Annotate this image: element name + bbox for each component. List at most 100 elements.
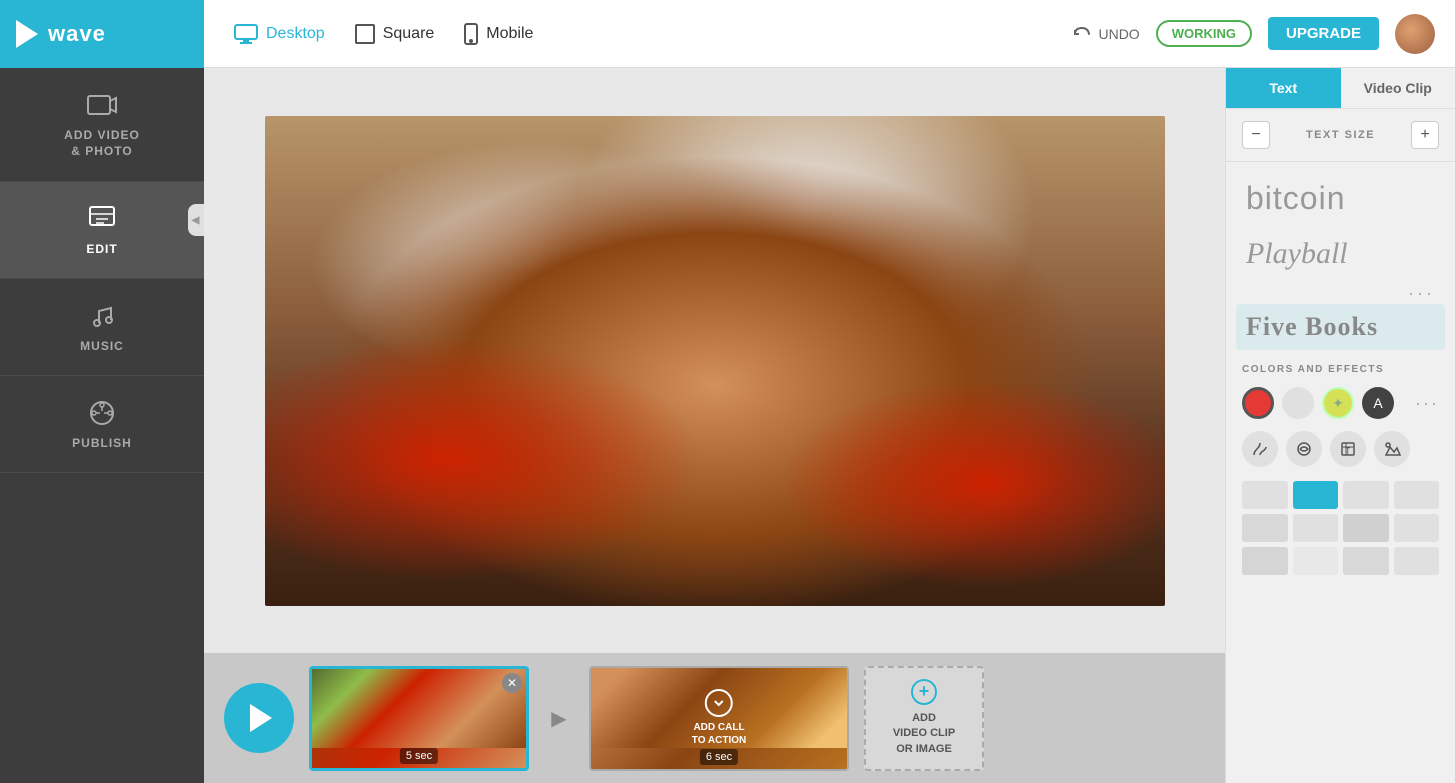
logo: wave <box>0 0 204 68</box>
sidebar-item-publish-label: PUBLISH <box>72 436 132 450</box>
clip1-close-button[interactable]: ✕ <box>502 673 522 693</box>
swatch-2[interactable] <box>1293 481 1339 509</box>
sidebar-item-edit[interactable]: EDIT ◀ <box>0 182 204 279</box>
color-light-gray[interactable] <box>1282 387 1314 419</box>
text-size-increase-button[interactable]: + <box>1411 121 1439 149</box>
cta-icon <box>705 689 733 717</box>
sidebar-item-publish[interactable]: PUBLISH <box>0 376 204 473</box>
font-option-playball[interactable]: Playball <box>1236 229 1445 279</box>
add-clip-button[interactable]: + ADDVIDEO CLIPOR IMAGE <box>864 666 984 771</box>
text-size-controls: − TEXT SIZE + <box>1242 121 1439 149</box>
sidebar-item-music-label: MUSIC <box>80 339 124 353</box>
add-clip-icon: + <box>911 679 937 705</box>
publish-icon <box>87 398 117 428</box>
swatch-8[interactable] <box>1394 514 1440 542</box>
font-samples: bitcoin Playball ··· Five Books <box>1226 162 1455 354</box>
undo-label: UNDO <box>1098 26 1139 42</box>
canvas-image[interactable] <box>265 116 1165 606</box>
swatch-1[interactable] <box>1242 481 1288 509</box>
add-video-icon <box>87 90 117 120</box>
swatch-3[interactable] <box>1343 481 1389 509</box>
square-icon <box>355 24 375 44</box>
desktop-icon <box>234 24 258 44</box>
tab-square-label: Square <box>383 25 435 43</box>
tab-mobile[interactable]: Mobile <box>464 23 533 45</box>
mobile-icon <box>464 23 478 45</box>
font-playball-preview: Playball <box>1246 237 1348 270</box>
effect-btn-4[interactable] <box>1374 431 1410 467</box>
font-option-bitcoin[interactable]: bitcoin <box>1236 172 1445 225</box>
upgrade-button[interactable]: UPGRADE <box>1268 17 1379 50</box>
canvas-preview <box>204 68 1225 653</box>
logo-icon <box>16 20 38 48</box>
text-size-section: − TEXT SIZE + <box>1226 109 1455 162</box>
left-sidebar: ADD VIDEO& PHOTO EDIT ◀ <box>0 68 204 783</box>
swatch-9[interactable] <box>1242 547 1288 575</box>
color-yellow-green[interactable]: ✦ <box>1322 387 1354 419</box>
tab-desktop-label: Desktop <box>266 25 325 43</box>
add-clip-label: ADDVIDEO CLIPOR IMAGE <box>893 711 955 757</box>
clip-separator-arrow: ▶ <box>544 703 574 733</box>
tab-desktop[interactable]: Desktop <box>234 24 325 44</box>
avatar-image <box>1395 14 1435 54</box>
avatar[interactable] <box>1395 14 1435 54</box>
timeline: ✕ 5 sec ▶ ADD CALLTO ACTION <box>204 653 1225 783</box>
play-button[interactable] <box>224 683 294 753</box>
edit-icon <box>87 204 117 234</box>
clip1-duration-label: 5 sec <box>400 748 438 764</box>
right-tab-video-clip[interactable]: Video Clip <box>1341 68 1455 108</box>
sidebar-item-edit-label: EDIT <box>86 242 117 256</box>
text-size-label: TEXT SIZE <box>1306 129 1375 141</box>
center-panel: ✕ 5 sec ▶ ADD CALLTO ACTION <box>204 68 1225 783</box>
swatch-12[interactable] <box>1394 547 1440 575</box>
main-content: ADD VIDEO& PHOTO EDIT ◀ <box>0 68 1455 783</box>
svg-text:T: T <box>1345 446 1351 456</box>
tab-square[interactable]: Square <box>355 24 435 44</box>
effect-btn-3[interactable]: T <box>1330 431 1366 467</box>
music-icon <box>87 301 117 331</box>
effect-btn-1[interactable] <box>1242 431 1278 467</box>
logo-text: wave <box>48 21 106 47</box>
sidebar-item-music[interactable]: MUSIC <box>0 279 204 376</box>
color-red[interactable] <box>1242 387 1274 419</box>
swatch-4[interactable] <box>1394 481 1440 509</box>
sidebar-item-add-video[interactable]: ADD VIDEO& PHOTO <box>0 68 204 182</box>
colors-effects-label: COLORS AND EFFECTS <box>1226 354 1455 381</box>
nav-right-controls: UNDO WORKING UPGRADE <box>1072 14 1435 54</box>
swatch-5[interactable] <box>1242 514 1288 542</box>
layout-tabs: Desktop Square Mobile <box>234 23 1072 45</box>
text-size-decrease-button[interactable]: − <box>1242 121 1270 149</box>
right-panel-tabs: Text Video Clip <box>1226 68 1455 109</box>
color-options-row: ✦ A ··· <box>1226 381 1455 425</box>
food-background <box>265 116 1165 606</box>
effects-row: T <box>1226 425 1455 473</box>
working-badge: WORKING <box>1156 20 1252 47</box>
clip1-thumbnail <box>312 669 526 748</box>
color-dark[interactable]: A <box>1362 387 1394 419</box>
undo-icon <box>1072 24 1092 44</box>
play-icon <box>250 704 272 732</box>
timeline-clip-2[interactable]: ADD CALLTO ACTION 6 sec <box>589 666 849 771</box>
timeline-clip-1[interactable]: ✕ 5 sec <box>309 666 529 771</box>
font-more-dots[interactable]: ··· <box>1236 283 1445 304</box>
clip2-cta-overlay[interactable]: ADD CALLTO ACTION <box>692 689 746 747</box>
swatch-7[interactable] <box>1343 514 1389 542</box>
clip2-duration-label: 6 sec <box>700 749 738 765</box>
swatch-6[interactable] <box>1293 514 1339 542</box>
colors-more-button[interactable]: ··· <box>1415 393 1439 414</box>
color-swatches <box>1226 473 1455 583</box>
swatch-10[interactable] <box>1293 547 1339 575</box>
swatch-11[interactable] <box>1343 547 1389 575</box>
top-navigation: wave Desktop Square Mobile <box>0 0 1455 68</box>
tab-mobile-label: Mobile <box>486 25 533 43</box>
sidebar-item-add-video-label: ADD VIDEO& PHOTO <box>64 128 140 159</box>
effect-btn-2[interactable] <box>1286 431 1322 467</box>
right-sidebar: Text Video Clip − TEXT SIZE + bitcoin Pl… <box>1225 68 1455 783</box>
undo-button[interactable]: UNDO <box>1072 24 1139 44</box>
font-bitcoin-preview: bitcoin <box>1246 180 1346 216</box>
font-fivebooks-preview: Five Books <box>1246 312 1378 341</box>
right-tab-text[interactable]: Text <box>1226 68 1341 108</box>
edit-expand-arrow: ◀ <box>188 204 204 236</box>
font-option-five-books[interactable]: Five Books <box>1236 304 1445 350</box>
clip2-cta-label: ADD CALLTO ACTION <box>692 721 746 747</box>
